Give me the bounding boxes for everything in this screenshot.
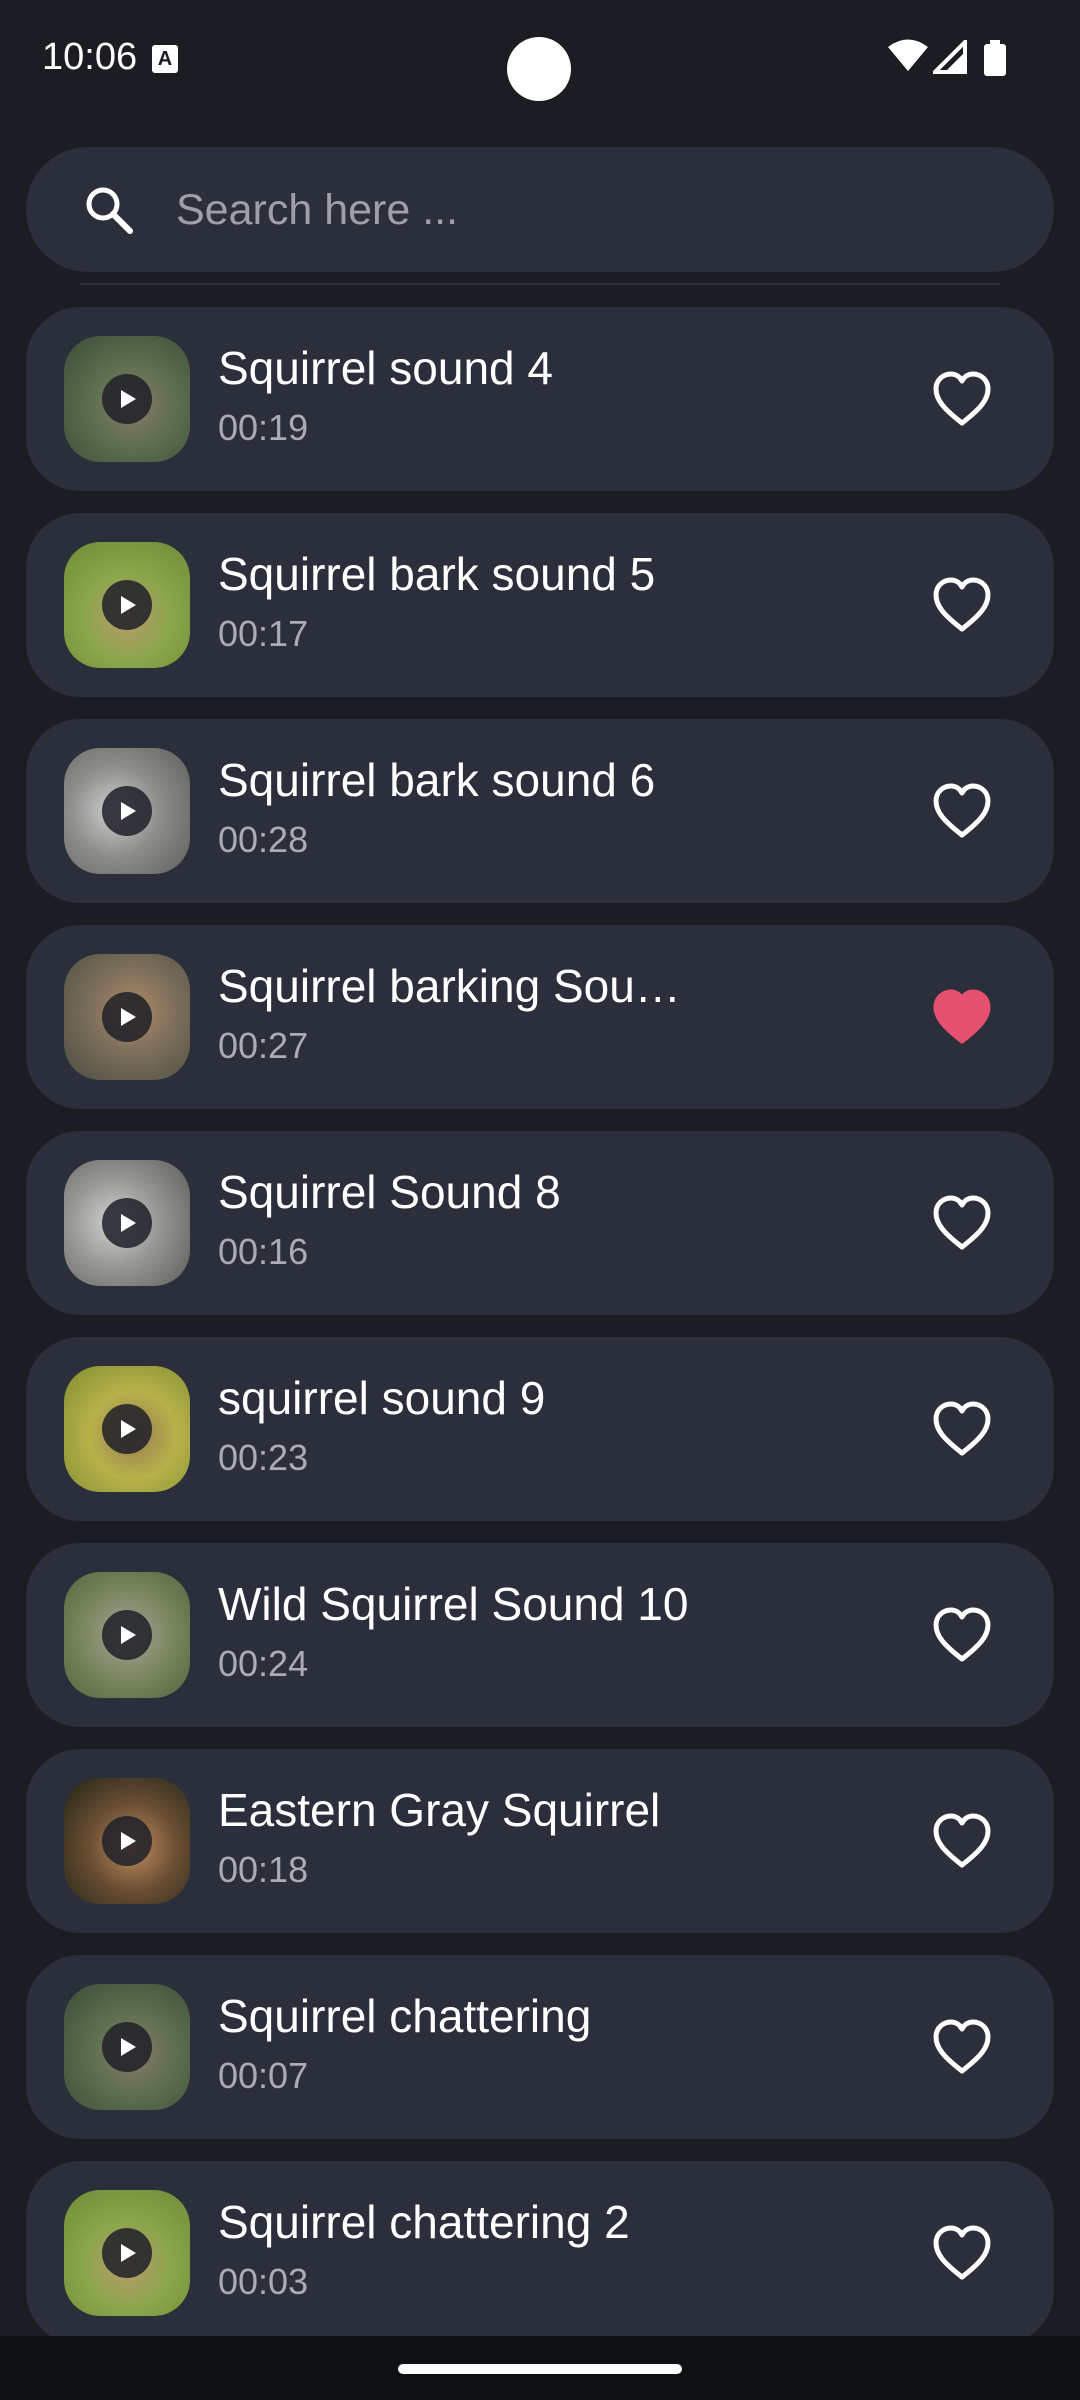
signal-icon [933, 40, 967, 74]
sound-list-item[interactable]: Squirrel bark sound 5 00:17 [26, 513, 1054, 697]
sound-list-item[interactable]: Squirrel sound 4 00:19 [26, 307, 1054, 491]
divider [80, 283, 1000, 285]
play-icon[interactable] [102, 2022, 152, 2072]
sound-title: Squirrel bark sound 5 [218, 548, 656, 600]
sound-thumbnail[interactable] [64, 954, 190, 1080]
heart-outline-icon[interactable] [930, 1809, 994, 1873]
heart-outline-icon[interactable] [930, 573, 994, 637]
sound-list-item[interactable]: Squirrel barking Sou… 00:27 [26, 925, 1054, 1109]
heart-outline-icon[interactable] [930, 1603, 994, 1667]
sound-title: Squirrel Sound 8 [218, 1166, 561, 1218]
play-icon[interactable] [102, 992, 152, 1042]
sound-title: Squirrel sound 4 [218, 342, 553, 394]
accessibility-icon: A [152, 45, 178, 73]
sound-thumbnail[interactable] [64, 1572, 190, 1698]
sound-list-item[interactable]: Squirrel chattering 00:07 [26, 1955, 1054, 2139]
sound-title: Squirrel bark sound 6 [218, 754, 656, 806]
sound-duration: 00:27 [218, 1025, 309, 1066]
sound-list-item[interactable]: Squirrel bark sound 6 00:28 [26, 719, 1054, 903]
heart-filled-icon[interactable] [930, 985, 994, 1049]
sound-title: Squirrel barking Sou… [218, 960, 681, 1012]
home-indicator[interactable] [398, 2364, 682, 2374]
search-icon [86, 187, 133, 234]
sound-thumbnail[interactable] [64, 748, 190, 874]
play-icon[interactable] [102, 1610, 152, 1660]
sound-title: Wild Squirrel Sound 10 [218, 1578, 689, 1630]
heart-outline-icon[interactable] [930, 2015, 994, 2079]
sound-thumbnail[interactable] [64, 2190, 190, 2316]
sound-title: Squirrel chattering [218, 1990, 592, 2042]
play-icon[interactable] [102, 2228, 152, 2278]
sound-title: Eastern Gray Squirrel [218, 1784, 661, 1836]
sound-duration: 00:28 [218, 819, 309, 860]
play-icon[interactable] [102, 1404, 152, 1454]
heart-outline-icon[interactable] [930, 367, 994, 431]
sound-thumbnail[interactable] [64, 1366, 190, 1492]
sound-list-item[interactable]: Squirrel chattering 2 00:03 [26, 2161, 1054, 2345]
sound-list-item[interactable]: Squirrel Sound 8 00:16 [26, 1131, 1054, 1315]
sound-duration: 00:24 [218, 1643, 309, 1684]
heart-outline-icon[interactable] [930, 1191, 994, 1255]
search-bar[interactable] [26, 147, 1054, 272]
battery-icon [984, 40, 1006, 76]
heart-outline-icon[interactable] [930, 2221, 994, 2285]
sound-duration: 00:07 [218, 2055, 309, 2096]
play-icon[interactable] [102, 1816, 152, 1866]
play-icon[interactable] [102, 580, 152, 630]
sound-list-item[interactable]: Eastern Gray Squirrel 00:18 [26, 1749, 1054, 1933]
search-input[interactable] [174, 177, 998, 243]
play-icon[interactable] [102, 786, 152, 836]
sound-list-item[interactable]: squirrel sound 9 00:23 [26, 1337, 1054, 1521]
sound-thumbnail[interactable] [64, 542, 190, 668]
sound-duration: 00:23 [218, 1437, 309, 1478]
sound-list: Squirrel sound 4 00:19 Squirrel bark sou… [26, 307, 1054, 2367]
sound-thumbnail[interactable] [64, 1778, 190, 1904]
wifi-icon [888, 39, 928, 71]
camera-cutout [507, 37, 571, 101]
sound-duration: 00:16 [218, 1231, 309, 1272]
sound-duration: 00:19 [218, 407, 309, 448]
sound-thumbnail[interactable] [64, 336, 190, 462]
play-icon[interactable] [102, 1198, 152, 1248]
sound-thumbnail[interactable] [64, 1160, 190, 1286]
sound-thumbnail[interactable] [64, 1984, 190, 2110]
sound-duration: 00:18 [218, 1849, 309, 1890]
status-time: 10:06 [42, 36, 138, 78]
heart-outline-icon[interactable] [930, 1397, 994, 1461]
sound-title: Squirrel chattering 2 [218, 2196, 630, 2248]
sound-list-item[interactable]: Wild Squirrel Sound 10 00:24 [26, 1543, 1054, 1727]
status-bar: 10:06 A [0, 0, 1080, 130]
heart-outline-icon[interactable] [930, 779, 994, 843]
play-icon[interactable] [102, 374, 152, 424]
sound-title: squirrel sound 9 [218, 1372, 546, 1424]
sound-duration: 00:03 [218, 2261, 309, 2302]
sound-duration: 00:17 [218, 613, 309, 654]
